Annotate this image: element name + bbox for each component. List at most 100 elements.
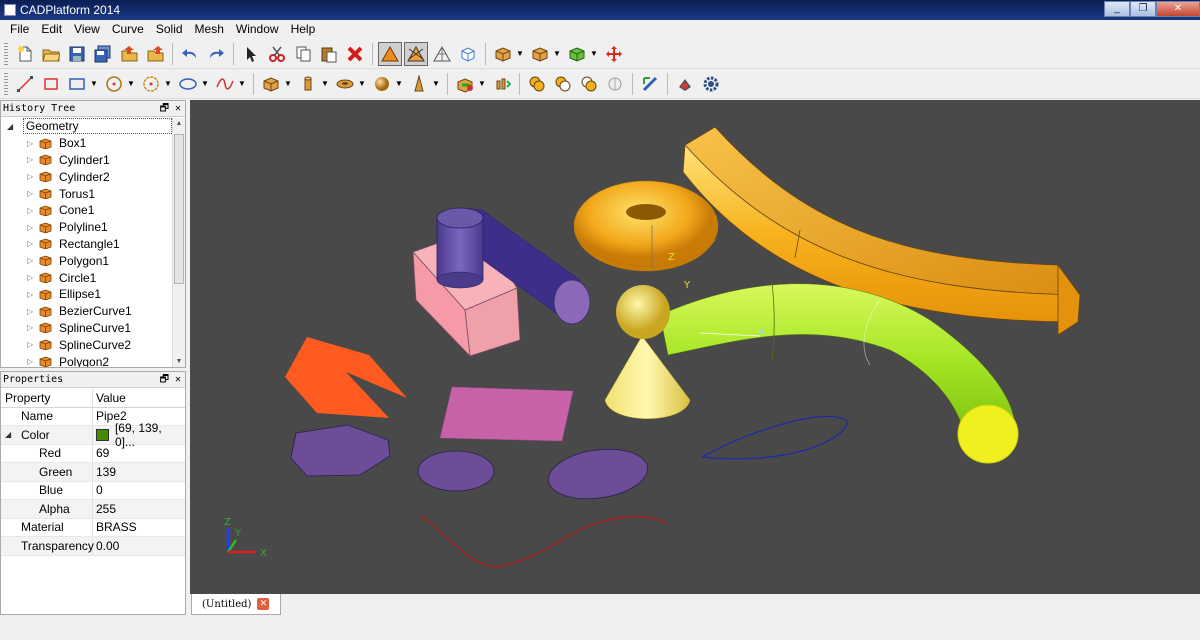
scroll-down-arrow-icon[interactable]: ▼ xyxy=(173,358,185,365)
wireframe-icon[interactable] xyxy=(430,42,454,66)
expand-arrow-icon[interactable]: ◢ xyxy=(5,430,21,439)
rectangle-shape[interactable] xyxy=(439,386,574,442)
color-swatch[interactable] xyxy=(95,428,109,441)
property-value-cell[interactable]: 0 xyxy=(93,483,103,497)
collapsed-triangle-icon[interactable]: ▷ xyxy=(27,290,39,299)
sphere-icon[interactable] xyxy=(370,72,394,96)
tree-item[interactable]: ▷ Polyline1 xyxy=(1,219,172,236)
dropdown-arrow-icon[interactable]: ▼ xyxy=(358,79,366,88)
collapsed-triangle-icon[interactable]: ▷ xyxy=(27,323,39,332)
rectangle-draw-icon[interactable] xyxy=(39,72,63,96)
dropdown-arrow-icon[interactable]: ▼ xyxy=(478,79,486,88)
settings-gear-icon[interactable] xyxy=(699,72,723,96)
tab-close-icon[interactable]: ✕ xyxy=(257,598,270,610)
circle-shape[interactable] xyxy=(417,450,495,492)
extrude-icon[interactable] xyxy=(453,72,477,96)
property-value-cell[interactable]: 69 xyxy=(93,446,109,460)
revolve-icon[interactable] xyxy=(490,72,514,96)
toolbar-grip[interactable] xyxy=(4,42,8,65)
property-value-cell[interactable]: 0.00 xyxy=(93,539,119,553)
menu-window[interactable]: Window xyxy=(230,22,285,36)
panel-float-close-icon[interactable]: 🗗 ✕ xyxy=(160,101,181,117)
restore-button[interactable]: ❐ xyxy=(1130,1,1156,17)
tree-item[interactable]: ▷ Box1 xyxy=(1,135,172,152)
3d-viewport[interactable]: Z Y X Z Y X xyxy=(190,100,1200,594)
tab-untitled[interactable]: (Untitled) ✕ xyxy=(191,594,281,615)
dropdown-arrow-icon[interactable]: ▼ xyxy=(164,79,172,88)
tree-root-geometry[interactable]: ◢ Geometry xyxy=(1,118,172,135)
collapsed-triangle-icon[interactable]: ▷ xyxy=(27,172,39,181)
cylinder-vertical-solid[interactable] xyxy=(436,207,484,289)
polyline-shape[interactable] xyxy=(285,337,407,418)
scene-canvas[interactable]: Z Y X Z Y X xyxy=(190,100,1200,594)
collapsed-triangle-icon[interactable]: ▷ xyxy=(27,256,39,265)
spline-curve[interactable] xyxy=(419,515,668,567)
menu-help[interactable]: Help xyxy=(285,22,322,36)
box-view-icon[interactable] xyxy=(491,42,515,66)
save-icon[interactable] xyxy=(65,42,89,66)
section-icon[interactable] xyxy=(603,72,627,96)
mesh-icon[interactable] xyxy=(673,72,697,96)
wireframe-shaded-icon[interactable] xyxy=(404,41,428,66)
sphere-solid[interactable] xyxy=(616,285,670,339)
select-pointer-icon[interactable] xyxy=(239,42,263,66)
torus-icon[interactable] xyxy=(333,72,357,96)
collapsed-triangle-icon[interactable]: ▷ xyxy=(27,357,39,366)
ellipse-icon[interactable] xyxy=(176,72,200,96)
dropdown-arrow-icon[interactable]: ▼ xyxy=(284,79,292,88)
cone-icon[interactable] xyxy=(407,72,431,96)
collapsed-triangle-icon[interactable]: ▷ xyxy=(27,340,39,349)
menu-file[interactable]: File xyxy=(4,22,35,36)
collapsed-triangle-icon[interactable]: ▷ xyxy=(27,307,39,316)
save-all-icon[interactable] xyxy=(91,42,115,66)
dropdown-arrow-icon[interactable]: ▼ xyxy=(395,79,403,88)
collapsed-triangle-icon[interactable]: ▷ xyxy=(27,189,39,198)
dropdown-arrow-icon[interactable]: ▼ xyxy=(321,79,329,88)
undo-icon[interactable] xyxy=(178,42,202,66)
menu-edit[interactable]: Edit xyxy=(35,22,68,36)
redo-icon[interactable] xyxy=(204,42,228,66)
tree-item[interactable]: ▷ Rectangle1 xyxy=(1,236,172,253)
scrollbar-thumb[interactable] xyxy=(174,134,184,284)
collapsed-triangle-icon[interactable]: ▷ xyxy=(27,206,39,215)
tree-item[interactable]: ▷ Cone1 xyxy=(1,202,172,219)
property-value-cell[interactable]: 139 xyxy=(93,465,116,479)
minimize-button[interactable]: _ xyxy=(1104,1,1130,17)
tree-item[interactable]: ▷ Cylinder2 xyxy=(1,168,172,185)
property-row[interactable]: Alpha 255 xyxy=(1,500,185,519)
tree-item[interactable]: ▷ Ellipse1 xyxy=(1,286,172,303)
bezier-curve[interactable] xyxy=(700,415,849,460)
collapsed-triangle-icon[interactable]: ▷ xyxy=(27,139,39,148)
menu-view[interactable]: View xyxy=(68,22,106,36)
torus-solid[interactable] xyxy=(573,180,719,272)
boolean-cut-icon[interactable] xyxy=(551,72,575,96)
dropdown-arrow-icon[interactable]: ▼ xyxy=(516,49,524,58)
tree-item[interactable]: ▷ Torus1 xyxy=(1,185,172,202)
import-icon[interactable] xyxy=(117,42,141,66)
tree-item[interactable]: ▷ Circle1 xyxy=(1,269,172,286)
collapsed-triangle-icon[interactable]: ▷ xyxy=(27,273,39,282)
tree-item[interactable]: ▷ Polygon1 xyxy=(1,252,172,269)
paste-icon[interactable] xyxy=(317,42,341,66)
collapsed-triangle-icon[interactable]: ▷ xyxy=(27,239,39,248)
transform-icon[interactable] xyxy=(638,72,662,96)
dropdown-arrow-icon[interactable]: ▼ xyxy=(90,79,98,88)
expanded-triangle-icon[interactable]: ◢ xyxy=(7,122,19,131)
history-tree-scrollbar[interactable]: ▲ ▼ xyxy=(172,118,185,367)
copy-icon[interactable] xyxy=(291,42,315,66)
spline-icon[interactable] xyxy=(213,72,237,96)
polygon-shape[interactable] xyxy=(290,424,391,477)
boolean-common-icon[interactable] xyxy=(577,72,601,96)
menu-curve[interactable]: Curve xyxy=(106,22,150,36)
cut-icon[interactable] xyxy=(265,42,289,66)
menu-solid[interactable]: Solid xyxy=(150,22,189,36)
boolean-union-icon[interactable] xyxy=(525,72,549,96)
dropdown-arrow-icon[interactable]: ▼ xyxy=(238,79,246,88)
export-icon[interactable] xyxy=(143,42,167,66)
property-value-cell[interactable]: [69, 139, 0]... xyxy=(93,421,185,449)
property-row[interactable]: Blue 0 xyxy=(1,481,185,500)
tree-item[interactable]: ▷ Polygon2 xyxy=(1,353,172,367)
dropdown-arrow-icon[interactable]: ▼ xyxy=(127,79,135,88)
cylinder-icon[interactable] xyxy=(296,72,320,96)
tree-item[interactable]: ▷ SplineCurve1 xyxy=(1,320,172,337)
